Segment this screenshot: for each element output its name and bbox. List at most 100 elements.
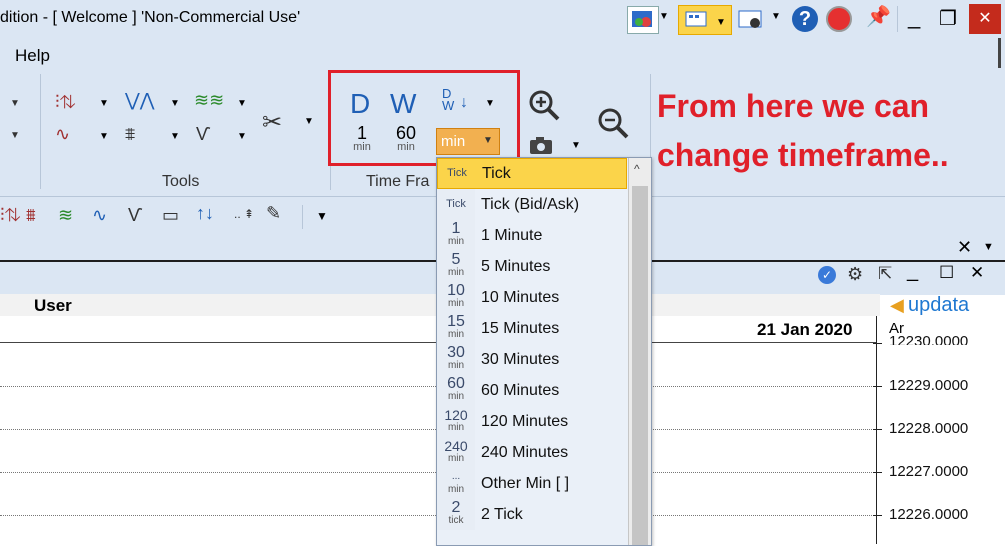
dropdown-item-2-tick[interactable]: 2 tick 2 Tick	[437, 499, 627, 530]
chevron-down-icon[interactable]: ▼	[10, 130, 20, 141]
tick-icon: Tick	[447, 167, 467, 179]
pin-icon[interactable]: 📌	[866, 4, 891, 29]
dropdown-item-tick-bid-ask[interactable]: Tick Tick (Bid/Ask)	[437, 189, 627, 220]
axis-tick	[873, 343, 882, 344]
scrollbar-thumb[interactable]	[632, 186, 648, 545]
dropdown-item-label: 10 Minutes	[481, 289, 560, 306]
dropdown-item-15-minutes[interactable]: 15 min 15 Minutes	[437, 313, 627, 344]
chevron-down-icon[interactable]: ▼	[304, 116, 314, 127]
minimize-button[interactable]: _	[908, 4, 920, 30]
axis-value: 12226.0000	[889, 506, 969, 523]
overflow-chevron-icon[interactable]: ▼	[316, 209, 328, 223]
interval-unit: min	[447, 422, 465, 433]
bars-icon[interactable]: ⫶⇅	[55, 92, 76, 113]
dropdown-item-other-min[interactable]: ... min Other Min [ ]	[437, 468, 627, 499]
zigzag-icon[interactable]: ⋁⋀	[125, 90, 155, 111]
close-button[interactable]: ✕	[969, 4, 1001, 34]
dropdown-item-label: Tick	[482, 165, 511, 182]
dropdown-item-label: 1 Minute	[481, 227, 543, 244]
interval-unit: min	[447, 484, 465, 495]
layout-button[interactable]: ▼	[678, 5, 732, 35]
dropdown-item-1-minute[interactable]: 1 min 1 Minute	[437, 220, 627, 251]
candles-icon[interactable]: ⩩	[26, 205, 36, 226]
dropdown-item-120-minutes[interactable]: 120 min 120 Minutes	[437, 406, 627, 437]
interval-unit: min	[447, 298, 465, 309]
dropdown-item-label: 30 Minutes	[481, 351, 560, 368]
ruler-icon[interactable]: ▭	[162, 205, 179, 226]
price-axis[interactable]: Ar 12230.0000 12229.0000 12228.0000 1222…	[873, 316, 1005, 544]
palette-icon[interactable]	[627, 6, 659, 34]
check-icon[interactable]: ✓	[818, 266, 836, 284]
interval-number: 2	[451, 499, 461, 516]
timeframe-group-label: Time Fra	[366, 173, 430, 190]
chevron-down-icon[interactable]: ▼	[771, 11, 781, 22]
help-icon[interactable]: ?	[792, 6, 818, 32]
gear-icon[interactable]: ⚙	[847, 264, 863, 285]
chart-maximize-button[interactable]: ☐	[939, 263, 954, 283]
annotation-line: From here we can	[657, 88, 930, 124]
axis-tick	[873, 515, 882, 516]
dropdown-item-30-minutes[interactable]: 30 min 30 Minutes	[437, 344, 627, 375]
dropdown-item-tick[interactable]: Tick Tick	[437, 158, 627, 189]
scroll-up-icon[interactable]: ^	[634, 162, 640, 176]
settings-window-icon[interactable]	[737, 6, 767, 32]
timeframe-dropdown-menu[interactable]: Tick Tick Tick Tick (Bid/Ask) 1 min 1 Min…	[436, 157, 652, 546]
chevron-down-icon[interactable]: ▼	[659, 11, 669, 22]
user-label: User	[34, 296, 72, 315]
interval-number: ...	[451, 471, 461, 482]
chevron-down-icon[interactable]: ▼	[10, 98, 20, 109]
dropdown-item-label: Tick (Bid/Ask)	[481, 196, 580, 213]
chevron-down-icon[interactable]: ▼	[571, 140, 581, 151]
interval-unit: min	[447, 267, 465, 278]
curve-icon[interactable]: ∿	[55, 124, 70, 145]
hatch-icon[interactable]: ⩨	[125, 124, 135, 145]
chevron-down-icon[interactable]: ▼	[99, 98, 109, 109]
axis-tick	[873, 472, 882, 473]
chevron-down-icon[interactable]: ▼	[170, 131, 180, 142]
trend-icon[interactable]: Ѵ	[128, 205, 142, 226]
dropdown-item-label: 2 Tick	[481, 506, 523, 523]
dropdown-item-240-minutes[interactable]: 240 min 240 Minutes	[437, 437, 627, 468]
cycle-icon[interactable]: ∿	[92, 205, 107, 226]
axis-value: 12229.0000	[889, 377, 969, 394]
chevron-down-icon[interactable]: ▼	[983, 241, 994, 253]
bars-icon[interactable]: ⫶⇅	[0, 205, 21, 226]
chevron-down-icon[interactable]: ▼	[237, 98, 247, 109]
tools-icon[interactable]: ✂	[262, 108, 282, 137]
interval-unit: tick	[448, 515, 464, 526]
restore-button[interactable]: ❐	[939, 6, 957, 31]
dropdown-item-10-minutes[interactable]: 10 min 10 Minutes	[437, 282, 627, 313]
dropdown-item-label: Other Min [ ]	[481, 475, 570, 492]
chevron-down-icon[interactable]: ▼	[170, 98, 180, 109]
interval-unit: min	[447, 391, 465, 402]
interval-number: 10	[447, 282, 465, 299]
chart-close-button[interactable]: ✕	[970, 263, 984, 283]
window-title: dition - [ Welcome ] 'Non-Commercial Use…	[0, 9, 301, 26]
trend-icon[interactable]: Ѵ	[196, 124, 210, 145]
interval-number: 30	[447, 344, 465, 361]
tools-group-label: Tools	[162, 173, 200, 190]
export-icon[interactable]: ⇱	[878, 264, 892, 284]
waves-icon[interactable]: ≋≋	[194, 90, 224, 111]
dropdown-scrollbar[interactable]: ^	[628, 158, 651, 545]
dropdown-item-label: 120 Minutes	[481, 413, 569, 430]
up-down-arrows-icon[interactable]: ↑↓	[196, 203, 214, 224]
axis-value: 12228.0000	[889, 420, 969, 437]
dropdown-item-5-minutes[interactable]: 5 min 5 Minutes	[437, 251, 627, 282]
interval-number: 1	[451, 220, 461, 237]
interval-number: 240	[444, 438, 468, 454]
divider	[302, 205, 303, 229]
close-panel-icon[interactable]: ✕	[957, 237, 972, 258]
zoom-in-icon[interactable]	[527, 88, 561, 127]
record-icon[interactable]	[826, 6, 852, 32]
dropdown-item-60-minutes[interactable]: 60 min 60 Minutes	[437, 375, 627, 406]
log-scale-icon[interactable]: .. ⇞	[234, 207, 254, 221]
zoom-out-icon[interactable]	[596, 106, 630, 145]
menu-help[interactable]: Help	[15, 46, 50, 66]
edit-icon[interactable]: ✎	[266, 203, 281, 224]
title-bar: dition - [ Welcome ] 'Non-Commercial Use…	[0, 0, 1005, 38]
waves-icon[interactable]: ≋	[58, 205, 73, 226]
chart-minimize-button[interactable]: _	[907, 260, 918, 283]
chevron-down-icon[interactable]: ▼	[237, 131, 247, 142]
chevron-down-icon[interactable]: ▼	[99, 131, 109, 142]
